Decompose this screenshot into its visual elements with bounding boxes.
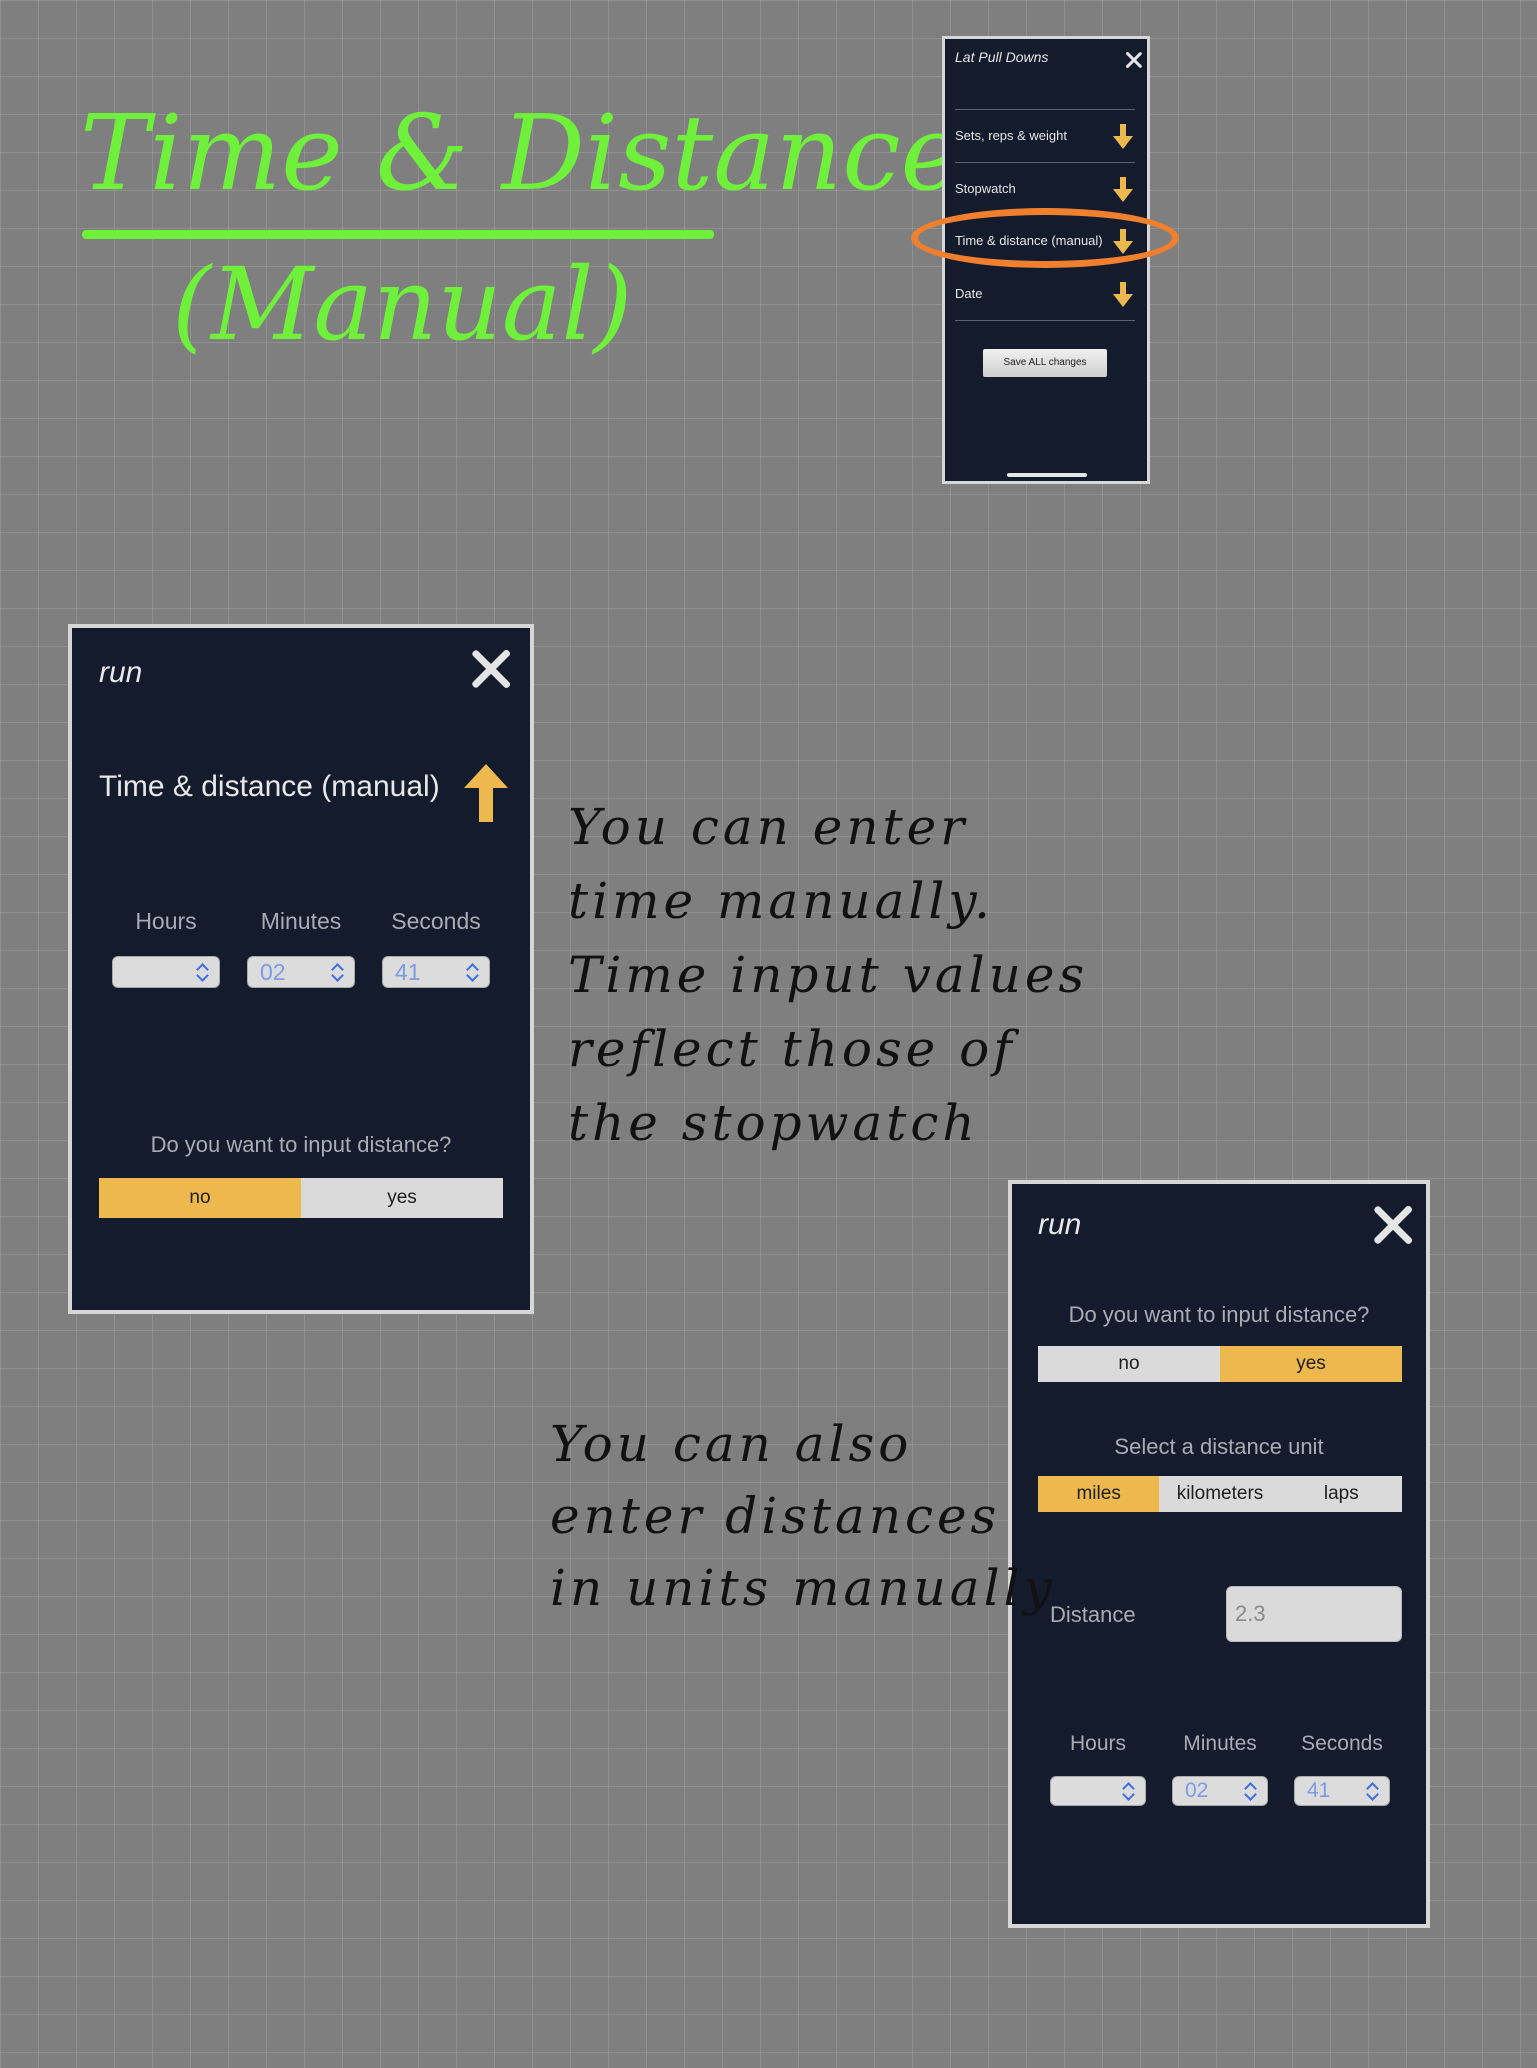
home-indicator — [1007, 473, 1087, 477]
page-title: Time & Distance — [80, 92, 963, 214]
minutes-label: Minutes — [260, 908, 342, 934]
unit-miles-option[interactable]: miles — [1038, 1476, 1160, 1512]
unit-selector: miles kilometers laps — [1038, 1476, 1402, 1512]
distance-input[interactable]: 2.3 — [1226, 1586, 1402, 1642]
time-distance-screen: run Time & distance (manual) Hours Minut… — [68, 624, 534, 1314]
seconds-value: 41 — [1307, 1779, 1331, 1802]
chevron-updown-icon — [195, 963, 209, 981]
note-line: in units manually — [550, 1559, 1056, 1617]
divider — [955, 320, 1135, 321]
row-date[interactable]: Date — [955, 268, 1135, 320]
bottom-divider — [99, 1312, 503, 1314]
distance-question: Do you want to input distance? — [150, 1132, 452, 1157]
row-label: Stopwatch — [955, 181, 1016, 196]
note-line: time manually. — [568, 872, 994, 930]
hours-select[interactable] — [112, 956, 220, 988]
distance-yes-option[interactable]: yes — [1220, 1346, 1402, 1382]
chevron-updown-icon — [330, 963, 344, 981]
close-icon[interactable] — [1372, 1204, 1414, 1246]
highlight-ring — [911, 208, 1179, 268]
note-line: the stopwatch — [568, 1094, 979, 1152]
exercise-title: Lat Pull Downs — [955, 49, 1049, 65]
save-all-button[interactable]: Save ALL changes — [983, 349, 1107, 377]
minutes-value: 02 — [260, 959, 286, 985]
seconds-select[interactable]: 41 — [382, 956, 490, 988]
distance-yes-option[interactable]: yes — [301, 1178, 503, 1218]
note-distance-manual: You can also enter distances in units ma… — [550, 1408, 1056, 1624]
seconds-value: 41 — [395, 959, 421, 985]
unit-kilometers-option[interactable]: kilometers — [1159, 1476, 1281, 1512]
distance-no-option[interactable]: no — [99, 1178, 301, 1218]
note-line: Time input values — [568, 946, 1089, 1004]
chevron-updown-icon — [465, 963, 479, 981]
note-line: You can enter — [568, 798, 969, 856]
seconds-select[interactable]: 41 — [1294, 1776, 1390, 1806]
unit-prompt: Select a distance unit — [1114, 1434, 1324, 1459]
expand-arrow-icon[interactable] — [1113, 282, 1133, 308]
hours-label: Hours — [1069, 1732, 1127, 1755]
row-sets-reps-weight[interactable]: Sets, reps & weight — [955, 110, 1135, 162]
hours-select[interactable] — [1050, 1776, 1146, 1806]
activity-title: run — [1038, 1208, 1082, 1241]
note-line: enter distances — [550, 1487, 1001, 1545]
expand-arrow-icon[interactable] — [1113, 177, 1133, 203]
collapse-arrow-icon[interactable] — [464, 764, 508, 822]
note-line: You can also — [550, 1415, 913, 1473]
minutes-select[interactable]: 02 — [247, 956, 355, 988]
row-label: Sets, reps & weight — [955, 128, 1067, 143]
section-title: Time & distance (manual) — [99, 770, 440, 803]
expand-arrow-icon[interactable] — [1113, 124, 1133, 150]
note-line: reflect those of — [568, 1020, 1016, 1078]
note-time-manual: You can enter time manually. Time input … — [568, 790, 1088, 1160]
row-label: Date — [955, 286, 983, 301]
unit-laps-option[interactable]: laps — [1280, 1476, 1402, 1512]
distance-toggle: no yes — [99, 1178, 503, 1218]
minutes-label: Minutes — [1183, 1732, 1257, 1755]
distance-no-option[interactable]: no — [1038, 1346, 1220, 1382]
chevron-updown-icon — [1243, 1782, 1257, 1800]
close-icon[interactable] — [1125, 51, 1143, 69]
distance-question: Do you want to input distance? — [1068, 1302, 1370, 1327]
chevron-updown-icon — [1121, 1782, 1135, 1800]
seconds-label: Seconds — [1301, 1732, 1383, 1755]
hours-label: Hours — [135, 908, 197, 934]
minutes-select[interactable]: 02 — [1172, 1776, 1268, 1806]
distance-entry-screen: run Do you want to input distance? no ye… — [1008, 1180, 1430, 1928]
distance-toggle: no yes — [1038, 1346, 1402, 1382]
activity-title: run — [99, 656, 143, 689]
page-subtitle: (Manual) — [172, 246, 633, 363]
minutes-value: 02 — [1185, 1779, 1209, 1802]
seconds-label: Seconds — [391, 908, 481, 934]
distance-label: Distance — [1050, 1602, 1136, 1627]
title-underline — [82, 230, 714, 239]
chevron-updown-icon — [1365, 1782, 1379, 1800]
close-icon[interactable] — [470, 648, 512, 690]
